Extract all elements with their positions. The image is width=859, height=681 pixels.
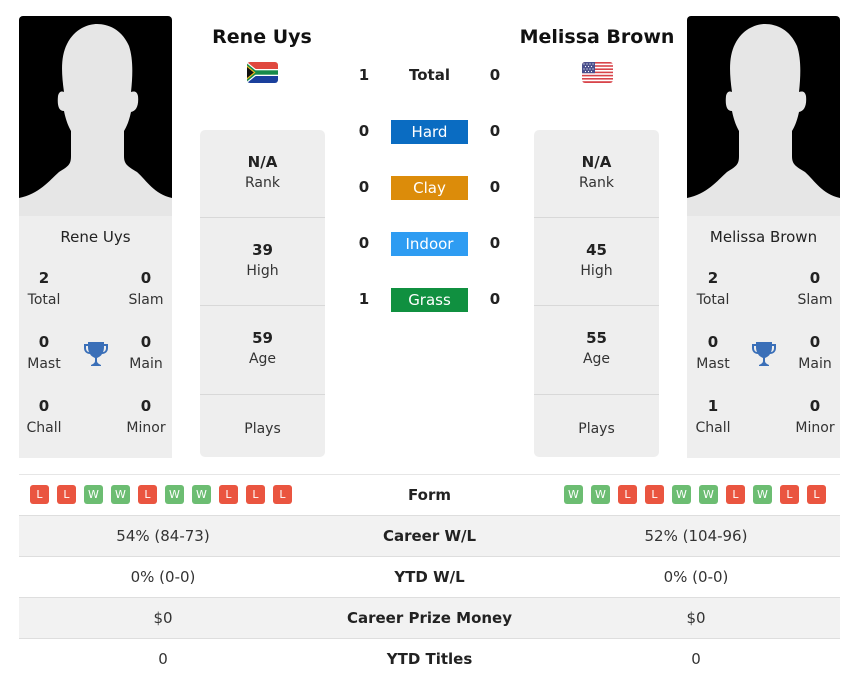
trophy-icon (84, 342, 108, 366)
player1-ytd-titles: 0 (158, 650, 168, 668)
form-badge-loss[interactable]: L (807, 485, 826, 504)
h2h-hard-p2: 0 (489, 122, 501, 140)
player1-ytd-wl: 0% (0-0) (130, 568, 196, 586)
form-badge-loss[interactable]: L (273, 485, 292, 504)
form-badge-win[interactable]: W (672, 485, 691, 504)
surface-hard-badge: Hard (391, 120, 468, 144)
player1-name[interactable]: Rene Uys (182, 26, 342, 48)
surface-indoor-badge: Indoor (391, 232, 468, 256)
player2-photo (687, 16, 840, 216)
player2-ytd-titles: 0 (691, 650, 701, 668)
form-label: Form (408, 486, 451, 504)
player1-age: 59 Age (248, 329, 277, 367)
h2h-indoor-p1: 0 (358, 234, 370, 252)
form-badge-win[interactable]: W (84, 485, 103, 504)
h2h-total-p2: 0 (489, 66, 501, 84)
player1-titles-main: 0 Main (129, 333, 163, 372)
usa-flag-icon (582, 62, 613, 83)
player2-plays: Plays (578, 421, 615, 437)
player1-titles-chall: 0 Chall (26, 397, 62, 436)
divider (200, 305, 325, 306)
h2h-grass-p2: 0 (489, 290, 501, 308)
row-label: Career Prize Money (346, 609, 512, 627)
player2-titles-main: 0 Main (798, 333, 832, 372)
table-row-ytd-titles: 0 YTD Titles 0 (19, 638, 840, 679)
surface-clay-badge: Clay (391, 176, 468, 200)
form-badge-win[interactable]: W (753, 485, 772, 504)
player2-age: 55 Age (582, 329, 611, 367)
table-row-career-prize-money: $0 Career Prize Money $0 (19, 597, 840, 638)
divider (200, 217, 325, 218)
player2-titles-chall: 1 Chall (695, 397, 731, 436)
silhouette-icon (687, 24, 840, 216)
form-badge-win[interactable]: W (564, 485, 583, 504)
player2-titles-total: 2 Total (696, 269, 730, 308)
h2h-clay-p2: 0 (489, 178, 501, 196)
table-row-ytd-wl: 0% (0-0) YTD W/L 0% (0-0) (19, 556, 840, 597)
form-badge-win[interactable]: W (591, 485, 610, 504)
form-badge-loss[interactable]: L (726, 485, 745, 504)
player2-ytd-wl: 0% (0-0) (663, 568, 729, 586)
divider (534, 305, 659, 306)
table-row-career-wl: 54% (84-73) Career W/L 52% (104-96) (19, 515, 840, 556)
south-africa-flag-icon (247, 62, 278, 83)
player2-card-name: Melissa Brown (709, 228, 818, 246)
player1-career-wl: 54% (84-73) (116, 527, 210, 545)
divider (534, 217, 659, 218)
player2-rank: N/A Rank (579, 153, 614, 191)
form-badge-loss[interactable]: L (246, 485, 265, 504)
player1-titles-slam: 0 Slam (128, 269, 164, 308)
player2-rank-panel: N/A Rank 45 High 55 Age Plays (534, 130, 659, 457)
form-badge-loss[interactable]: L (780, 485, 799, 504)
player2-titles-minor: 0 Minor (795, 397, 835, 436)
form-badge-loss[interactable]: L (618, 485, 637, 504)
trophy-icon (752, 342, 776, 366)
player1-titles-minor: 0 Minor (126, 397, 166, 436)
h2h-indoor-p2: 0 (489, 234, 501, 252)
form-badge-win[interactable]: W (192, 485, 211, 504)
player1-rank: N/A Rank (245, 153, 280, 191)
form-row: LLWWLWWLLL Form WWLLWWLWLL (19, 474, 840, 515)
player1-plays: Plays (244, 421, 281, 437)
silhouette-icon (19, 24, 172, 216)
player1-titles-mast: 0 Mast (27, 333, 61, 372)
player1-photo (19, 16, 172, 216)
player1-prize-money: $0 (153, 609, 173, 627)
surface-grass-badge: Grass (391, 288, 468, 312)
player2-name[interactable]: Melissa Brown (510, 26, 684, 48)
form-badge-win[interactable]: W (699, 485, 718, 504)
h2h-hard-p1: 0 (358, 122, 370, 140)
h2h-total-label: Total (409, 66, 450, 84)
form-badge-loss[interactable]: L (219, 485, 238, 504)
divider (200, 394, 325, 395)
h2h-grass-p1: 1 (358, 290, 370, 308)
player2-titles-mast: 0 Mast (696, 333, 730, 372)
player1-titles-total: 2 Total (27, 269, 61, 308)
row-label: YTD W/L (394, 568, 465, 586)
player1-high: 39 High (246, 241, 279, 279)
form-badge-loss[interactable]: L (138, 485, 157, 504)
form-badge-win[interactable]: W (165, 485, 184, 504)
player2-prize-money: $0 (686, 609, 706, 627)
h2h-total-p1: 1 (358, 66, 370, 84)
h2h-clay-p1: 0 (358, 178, 370, 196)
form-badge-win[interactable]: W (111, 485, 130, 504)
row-label: Career W/L (382, 527, 477, 545)
player1-rank-panel: N/A Rank 39 High 59 Age Plays (200, 130, 325, 457)
player2-titles-slam: 0 Slam (797, 269, 833, 308)
form-badge-loss[interactable]: L (57, 485, 76, 504)
player2-career-wl: 52% (104-96) (644, 527, 748, 545)
divider (534, 394, 659, 395)
player2-high: 45 High (580, 241, 613, 279)
form-badge-loss[interactable]: L (30, 485, 49, 504)
player1-titles-card: Rene Uys 2 Total 0 Slam 0 Mast 0 Main 0 … (19, 216, 172, 458)
row-label: YTD Titles (386, 650, 473, 668)
form-badge-loss[interactable]: L (645, 485, 664, 504)
player1-card-name: Rene Uys (60, 228, 131, 246)
player2-titles-card: Melissa Brown 2 Total 0 Slam 0 Mast 0 Ma… (687, 216, 840, 458)
